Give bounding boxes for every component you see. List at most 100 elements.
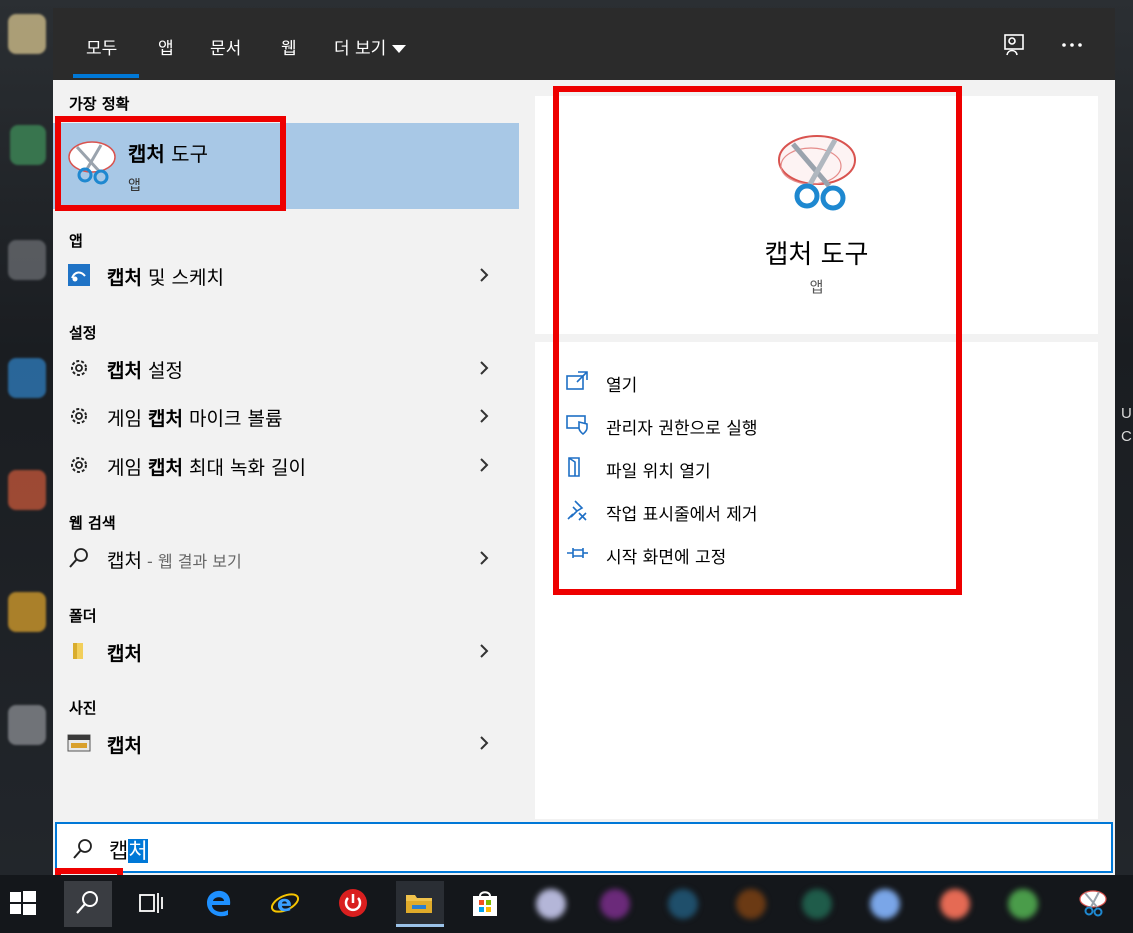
snipping-tool-icon <box>778 135 856 211</box>
result-row-bold: 캡처 <box>107 643 142 665</box>
snipping-tool-icon <box>68 141 116 185</box>
results-list: 가장 정확 캡처 도구 앱 앱 캡처 및 스케치 설정 캡처 설정 게임 캡처 … <box>53 80 519 819</box>
active-tab-indicator <box>73 74 139 78</box>
tab-apps[interactable]: 앱 <box>158 34 174 59</box>
result-row-web-search[interactable]: 캡처 - 웹 결과 보기 <box>53 536 519 580</box>
chevron-right-icon[interactable] <box>477 406 491 426</box>
taskbar-app-icon[interactable] <box>668 889 698 919</box>
chevron-right-icon[interactable] <box>477 455 491 475</box>
desktop-side-text: C <box>1121 428 1132 445</box>
unpin-icon <box>567 500 587 521</box>
best-match-snipping-tool[interactable]: 캡처 도구 앱 <box>53 123 519 209</box>
file-explorer-button[interactable] <box>396 881 444 927</box>
web-search-hint: - 웹 결과 보기 <box>141 552 242 571</box>
section-web-search: 웹 검색 <box>69 514 116 532</box>
section-folders: 폴더 <box>69 607 97 625</box>
best-match-type: 앱 <box>128 178 141 194</box>
taskbar-search-button[interactable] <box>64 881 112 927</box>
microsoft-store-button[interactable] <box>462 881 510 927</box>
result-row-label: 캡처 <box>107 731 142 758</box>
result-row-rest: 설정 <box>141 360 183 382</box>
tab-all[interactable]: 모두 <box>86 34 117 59</box>
feedback-icon <box>1004 34 1024 56</box>
result-row-game-capture-mic[interactable]: 게임 캡처 마이크 볼륨 <box>53 394 519 438</box>
snipping-tool-taskbar-button[interactable] <box>1070 881 1118 927</box>
best-match-title-bold: 캡처 <box>128 142 165 166</box>
action-open[interactable]: 열기 <box>565 367 965 397</box>
taskbar-app-icon[interactable] <box>1008 889 1038 919</box>
photo-thumbnail-icon <box>67 734 91 752</box>
taskbar-app-icon[interactable] <box>736 889 766 919</box>
edge-icon <box>207 890 231 917</box>
result-row-rest: 최대 녹화 길이 <box>182 457 306 479</box>
task-view-icon <box>139 893 163 913</box>
search-icon <box>73 839 92 859</box>
chevron-right-icon[interactable] <box>477 358 491 378</box>
result-row-bold: 캡처 <box>107 267 142 289</box>
feedback-button[interactable] <box>999 30 1029 60</box>
detail-divider <box>535 334 1098 342</box>
gear-icon <box>71 360 87 376</box>
action-open-file-location[interactable]: 파일 위치 열기 <box>565 453 965 483</box>
gear-icon <box>71 408 87 424</box>
active-app-indicator <box>396 924 444 927</box>
section-settings: 설정 <box>69 324 97 342</box>
power-icon <box>339 889 367 917</box>
section-apps: 앱 <box>69 232 83 250</box>
result-row-folder-capture[interactable]: 캡처 <box>53 629 519 673</box>
result-row-game-capture-max-length[interactable]: 게임 캡처 최대 녹화 길이 <box>53 443 519 487</box>
desktop-icon[interactable] <box>8 240 46 280</box>
search-input-value: 캡처 <box>109 835 148 865</box>
result-row-label: 캡처 - 웹 결과 보기 <box>107 546 242 573</box>
power-app-button[interactable] <box>330 881 378 927</box>
taskbar-app-icon[interactable] <box>802 889 832 919</box>
tab-web[interactable]: 웹 <box>281 34 297 59</box>
result-row-label: 게임 캡처 마이크 볼륨 <box>107 404 282 431</box>
result-row-bold: 캡처 <box>107 360 142 382</box>
result-detail-pane: 캡처 도구 앱 열기 관리자 권한으로 실행 파일 위치 열기 작업 표시줄에서… <box>535 96 1098 819</box>
chevron-right-icon[interactable] <box>477 548 491 568</box>
desktop-icon[interactable] <box>8 470 46 510</box>
more-options-button[interactable] <box>1057 30 1087 60</box>
internet-explorer-button[interactable]: e <box>262 881 310 927</box>
result-row-pre: 게임 <box>107 457 148 479</box>
result-row-photo-capture[interactable]: 캡처 <box>53 721 519 765</box>
action-pin-start[interactable]: 시작 화면에 고정 <box>565 539 965 569</box>
chevron-right-icon[interactable] <box>477 265 491 285</box>
result-row-label: 게임 캡처 최대 녹화 길이 <box>107 453 306 480</box>
gear-icon <box>71 457 87 473</box>
edge-button[interactable] <box>196 881 244 927</box>
detail-subtitle: 앱 <box>809 278 824 296</box>
chevron-right-icon[interactable] <box>477 733 491 753</box>
taskbar-app-icon[interactable] <box>870 889 900 919</box>
desktop-icon[interactable] <box>10 125 46 165</box>
search-input[interactable]: 캡처 <box>55 822 1113 873</box>
desktop-icon[interactable] <box>8 14 46 54</box>
desktop-icon[interactable] <box>8 705 46 745</box>
action-run-as-admin[interactable]: 관리자 권한으로 실행 <box>565 410 965 440</box>
folder-icon <box>406 895 432 913</box>
taskbar-app-icon[interactable] <box>536 889 566 919</box>
start-button[interactable] <box>0 881 48 927</box>
tab-documents[interactable]: 문서 <box>210 34 241 59</box>
result-row-capture-settings[interactable]: 캡처 설정 <box>53 346 519 390</box>
action-unpin-taskbar[interactable]: 작업 표시줄에서 제거 <box>565 496 965 526</box>
result-row-snip-sketch[interactable]: 캡처 및 스케치 <box>53 253 519 297</box>
tab-more[interactable]: 더 보기 <box>334 34 407 59</box>
task-view-button[interactable] <box>128 881 176 927</box>
desktop-icon[interactable] <box>8 592 46 632</box>
taskbar: e <box>0 875 1133 933</box>
taskbar-app-icon[interactable] <box>600 889 630 919</box>
action-label: 파일 위치 열기 <box>606 462 711 482</box>
action-label: 시작 화면에 고정 <box>606 548 727 568</box>
chevron-right-icon[interactable] <box>477 641 491 661</box>
search-icon <box>69 548 88 568</box>
taskbar-app-icon[interactable] <box>940 889 970 919</box>
ellipsis-icon <box>1062 43 1082 47</box>
snipping-tool-icon <box>1079 890 1107 917</box>
desktop-icon[interactable] <box>8 358 46 398</box>
action-label: 관리자 권한으로 실행 <box>606 419 758 439</box>
desktop-side-text: U <box>1121 405 1132 422</box>
action-label: 작업 표시줄에서 제거 <box>606 505 758 525</box>
section-photos: 사진 <box>69 699 97 717</box>
